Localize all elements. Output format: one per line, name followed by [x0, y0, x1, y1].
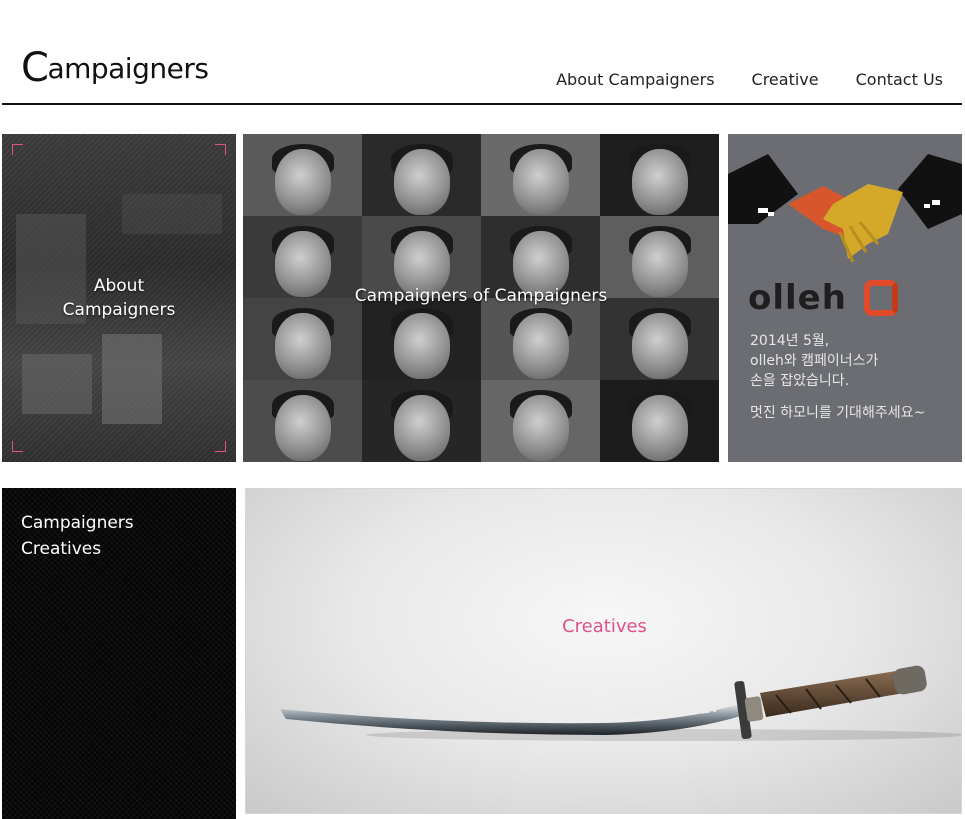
about-tile-caption: About Campaigners [2, 274, 236, 322]
corner-mark-top-left [12, 144, 23, 155]
portrait [600, 298, 719, 380]
about-campaigners-tile[interactable]: About Campaigners [2, 134, 236, 462]
office-ceiling-shape [122, 194, 222, 234]
campaigners-creatives-tile[interactable]: Campaigners Creatives [2, 488, 236, 819]
office-desk-shape [22, 354, 92, 414]
portrait [600, 380, 719, 462]
corner-mark-bottom-left [12, 441, 23, 452]
handshake-illustration [728, 154, 962, 263]
campaigners-of-campaigners-tile[interactable]: Campaigners of Campaigners [243, 134, 719, 462]
portrait [243, 298, 362, 380]
olleh-line4: 멋진 하모니를 기대해주세요~ [750, 405, 926, 421]
olleh-line1: 2014년 5월, [750, 333, 830, 349]
olleh-partnership-tile[interactable]: olleh 2014년 5월, olleh와 캠페이너스가 손을 잡았습니다. … [728, 134, 962, 462]
creatives-text-caption: Campaigners Creatives [21, 510, 134, 562]
olleh-line2: olleh와 캠페이너스가 [750, 353, 879, 369]
header-divider [2, 103, 962, 105]
portrait [481, 380, 600, 462]
site-logo[interactable]: Campaigners [21, 45, 209, 91]
logo-initial: C [21, 45, 49, 91]
olleh-logo-mark [864, 280, 898, 316]
katana-illustration [280, 665, 961, 741]
logo-rest: ampaigners [47, 52, 209, 85]
nav-about-campaigners[interactable]: About Campaigners [556, 70, 714, 89]
faces-tile-caption: Campaigners of Campaigners [354, 286, 608, 306]
portrait [362, 380, 481, 462]
creatives-text-line1: Campaigners [21, 513, 134, 533]
portrait [243, 380, 362, 462]
main-nav: About Campaigners Creative Contact Us [556, 70, 943, 89]
creatives-text-line2: Creatives [21, 539, 102, 559]
office-cabinet-shape [102, 334, 162, 424]
portrait [481, 134, 600, 216]
portrait [600, 134, 719, 216]
about-caption-line1: About [93, 276, 145, 296]
site-header: Campaigners About Campaigners Creative C… [0, 0, 965, 106]
olleh-logo-text: olleh [748, 278, 847, 318]
nav-contact-us[interactable]: Contact Us [856, 70, 943, 89]
corner-mark-bottom-right [215, 441, 226, 452]
olleh-announcement: 2014년 5월, olleh와 캠페이너스가 손을 잡았습니다. 멋진 하모니… [750, 331, 950, 423]
creatives-image-tile[interactable]: Creatives [245, 488, 962, 814]
portrait [481, 298, 600, 380]
portrait [243, 134, 362, 216]
portrait [362, 134, 481, 216]
olleh-line3: 손을 잡았습니다. [750, 373, 850, 389]
nav-creative[interactable]: Creative [752, 70, 819, 89]
corner-mark-top-right [215, 144, 226, 155]
about-caption-line2: Campaigners [62, 300, 176, 320]
portrait [362, 298, 481, 380]
